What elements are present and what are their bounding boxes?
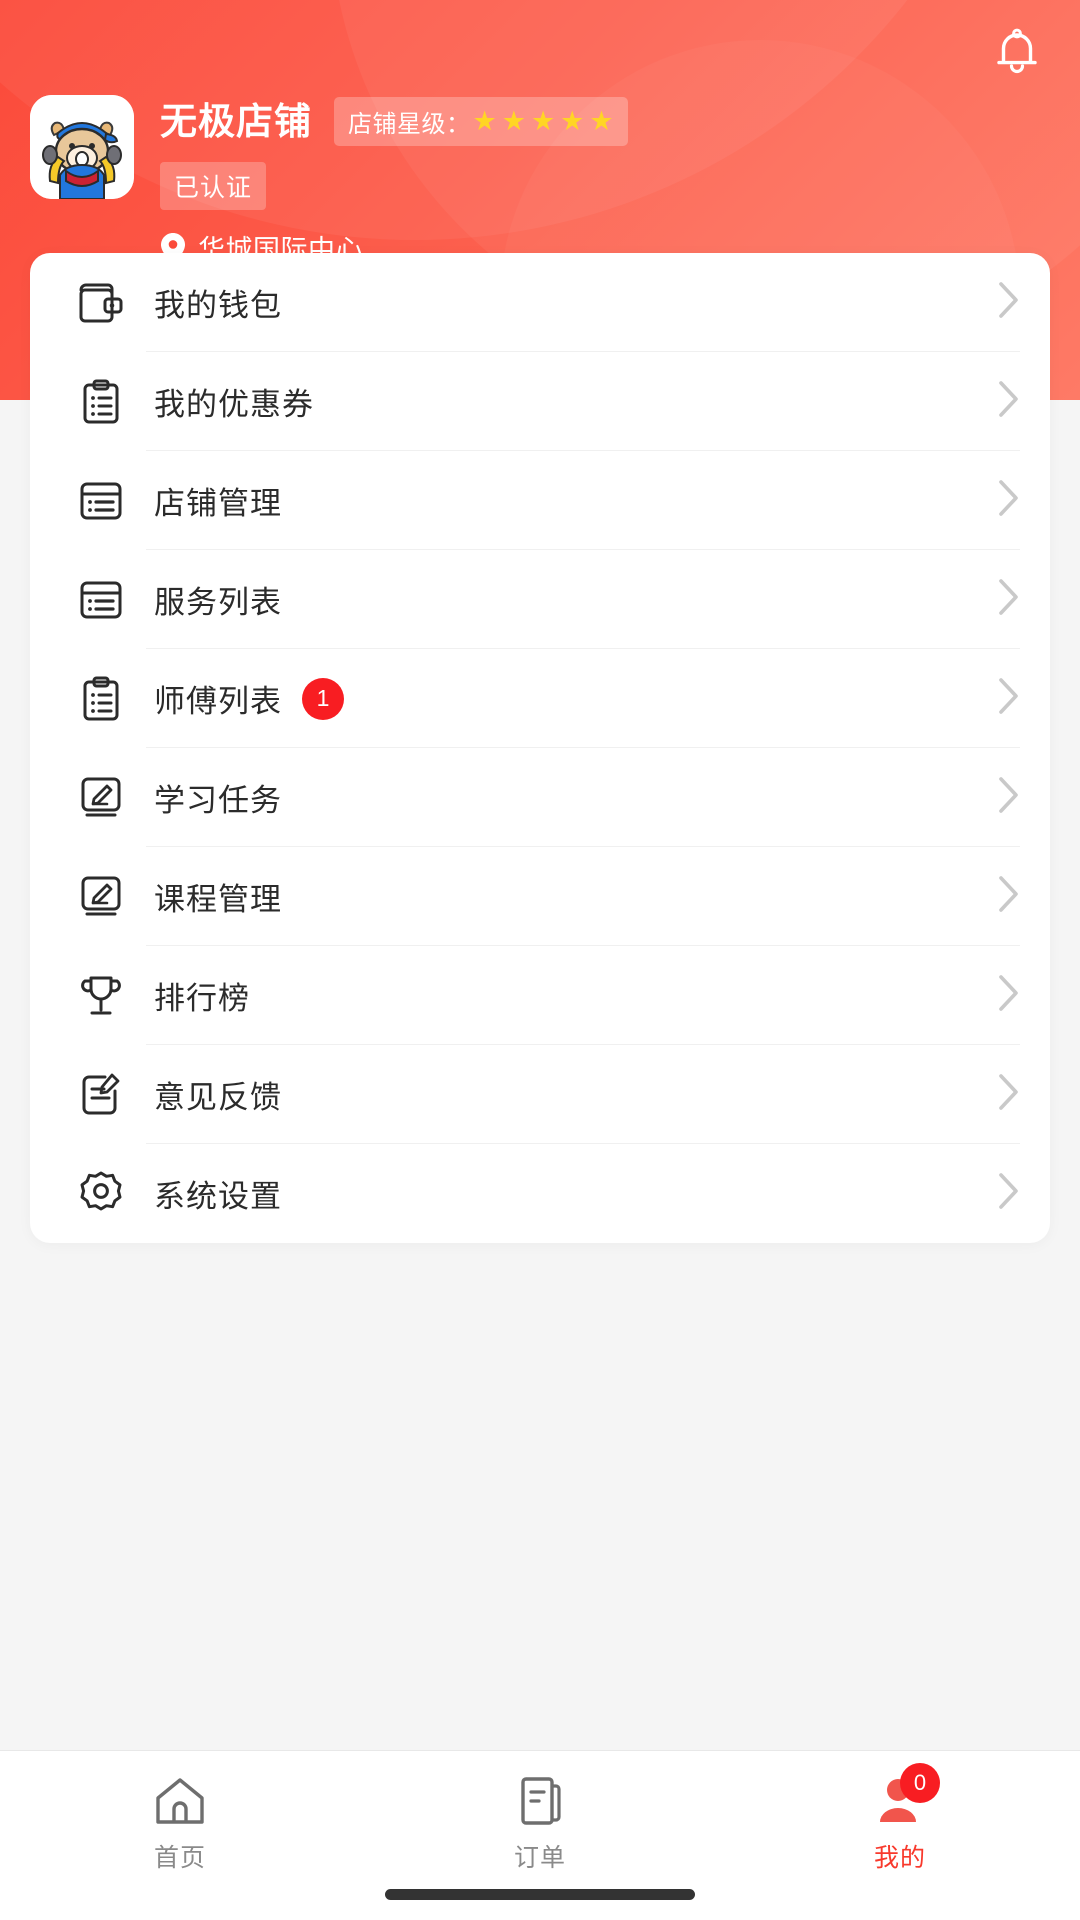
menu-item-label: 系统设置: [154, 1179, 282, 1214]
menu-item-label: 意见反馈: [154, 1080, 282, 1115]
tab-label: 我的: [873, 1844, 926, 1872]
trophy-icon: [76, 971, 126, 1021]
shop-name-row: 无极店铺 店铺星级： ★ ★ ★ ★ ★: [160, 97, 628, 146]
chevron-right-icon: [998, 380, 1020, 423]
tab-orders[interactable]: 订单: [360, 1751, 720, 1874]
coupon-list-icon: [76, 377, 126, 427]
menu-item-worker-list[interactable]: 师傅列表 1: [30, 649, 1050, 748]
star-icon: ★: [472, 106, 497, 136]
menu-item-wallet[interactable]: 我的钱包: [30, 253, 1050, 352]
feedback-edit-icon: [76, 1070, 126, 1120]
chevron-right-icon: [998, 776, 1020, 819]
home-indicator: [385, 1889, 695, 1900]
window-list-icon: [76, 575, 126, 625]
menu-item-label: 学习任务: [154, 783, 282, 818]
edit-board-icon: [76, 773, 126, 823]
document-icon: [512, 1773, 568, 1829]
tab-profile[interactable]: 0 我的: [720, 1751, 1080, 1874]
menu-item-label: 师傅列表: [154, 684, 282, 719]
verified-badge: 已认证: [160, 162, 267, 210]
menu-item-label: 店铺管理: [154, 486, 282, 521]
menu-item-label: 我的钱包: [154, 288, 282, 323]
menu-item-label: 我的优惠券: [154, 387, 314, 422]
star-icon: ★: [560, 106, 585, 136]
avatar[interactable]: [30, 95, 134, 199]
chevron-right-icon: [998, 875, 1020, 918]
wallet-icon: [76, 278, 126, 328]
menu-item-badge: 1: [302, 677, 344, 720]
tab-label: 首页: [153, 1844, 206, 1872]
tab-home[interactable]: 首页: [0, 1751, 360, 1874]
tab-badge: 0: [900, 1763, 940, 1803]
menu-item-feedback[interactable]: 意见反馈: [30, 1045, 1050, 1144]
menu-item-shop-management[interactable]: 店铺管理: [30, 451, 1050, 550]
shop-name: 无极店铺: [160, 101, 312, 142]
shop-profile[interactable]: 无极店铺 店铺星级： ★ ★ ★ ★ ★ 已认证 华城国际中心: [30, 95, 628, 267]
clipboard-list-icon: [76, 674, 126, 724]
star-icon: ★: [589, 106, 614, 136]
menu-item-leaderboard[interactable]: 排行榜: [30, 946, 1050, 1045]
chevron-right-icon: [998, 1172, 1020, 1215]
bell-icon: [997, 28, 1037, 74]
window-list-icon: [76, 476, 126, 526]
menu-item-course-management[interactable]: 课程管理: [30, 847, 1050, 946]
cow-mascot-avatar-icon: [30, 95, 134, 199]
gear-icon: [76, 1169, 126, 1219]
notification-bell-button[interactable]: [982, 18, 1052, 88]
chevron-right-icon: [998, 281, 1020, 324]
edit-board-icon: [76, 872, 126, 922]
menu-item-settings[interactable]: 系统设置: [30, 1144, 1050, 1243]
bottom-tab-bar: 首页 订单 0 我的: [0, 1750, 1080, 1920]
person-icon: 0: [872, 1763, 940, 1829]
shop-info: 无极店铺 店铺星级： ★ ★ ★ ★ ★ 已认证 华城国际中心: [160, 95, 628, 267]
app-screen: 无极店铺 店铺星级： ★ ★ ★ ★ ★ 已认证 华城国际中心 我的钱包 我的优…: [0, 0, 1080, 1920]
chevron-right-icon: [998, 1073, 1020, 1116]
chevron-right-icon: [998, 974, 1020, 1017]
home-icon: [152, 1773, 208, 1829]
star-icon: ★: [530, 106, 556, 136]
menu-item-coupons[interactable]: 我的优惠券: [30, 352, 1050, 451]
star-icon: ★: [501, 106, 526, 136]
menu-item-service-list[interactable]: 服务列表: [30, 550, 1050, 649]
menu-item-study-task[interactable]: 学习任务: [30, 748, 1050, 847]
menu-item-label: 服务列表: [154, 585, 282, 620]
chevron-right-icon: [998, 677, 1020, 720]
star-rating-badge: 店铺星级： ★ ★ ★ ★ ★: [334, 97, 628, 146]
star-rating-label: 店铺星级：: [348, 111, 471, 138]
menu-card: 我的钱包 我的优惠券 店铺管理 服务列表 师傅列表 1 学习任务 课程管理 排行…: [30, 253, 1050, 1243]
chevron-right-icon: [998, 578, 1020, 621]
menu-item-label: 排行榜: [154, 981, 250, 1016]
chevron-right-icon: [998, 479, 1020, 522]
star-rating-stars: ★ ★ ★ ★ ★: [473, 108, 614, 135]
tab-label: 订单: [513, 1844, 566, 1872]
menu-item-label: 课程管理: [154, 882, 282, 917]
